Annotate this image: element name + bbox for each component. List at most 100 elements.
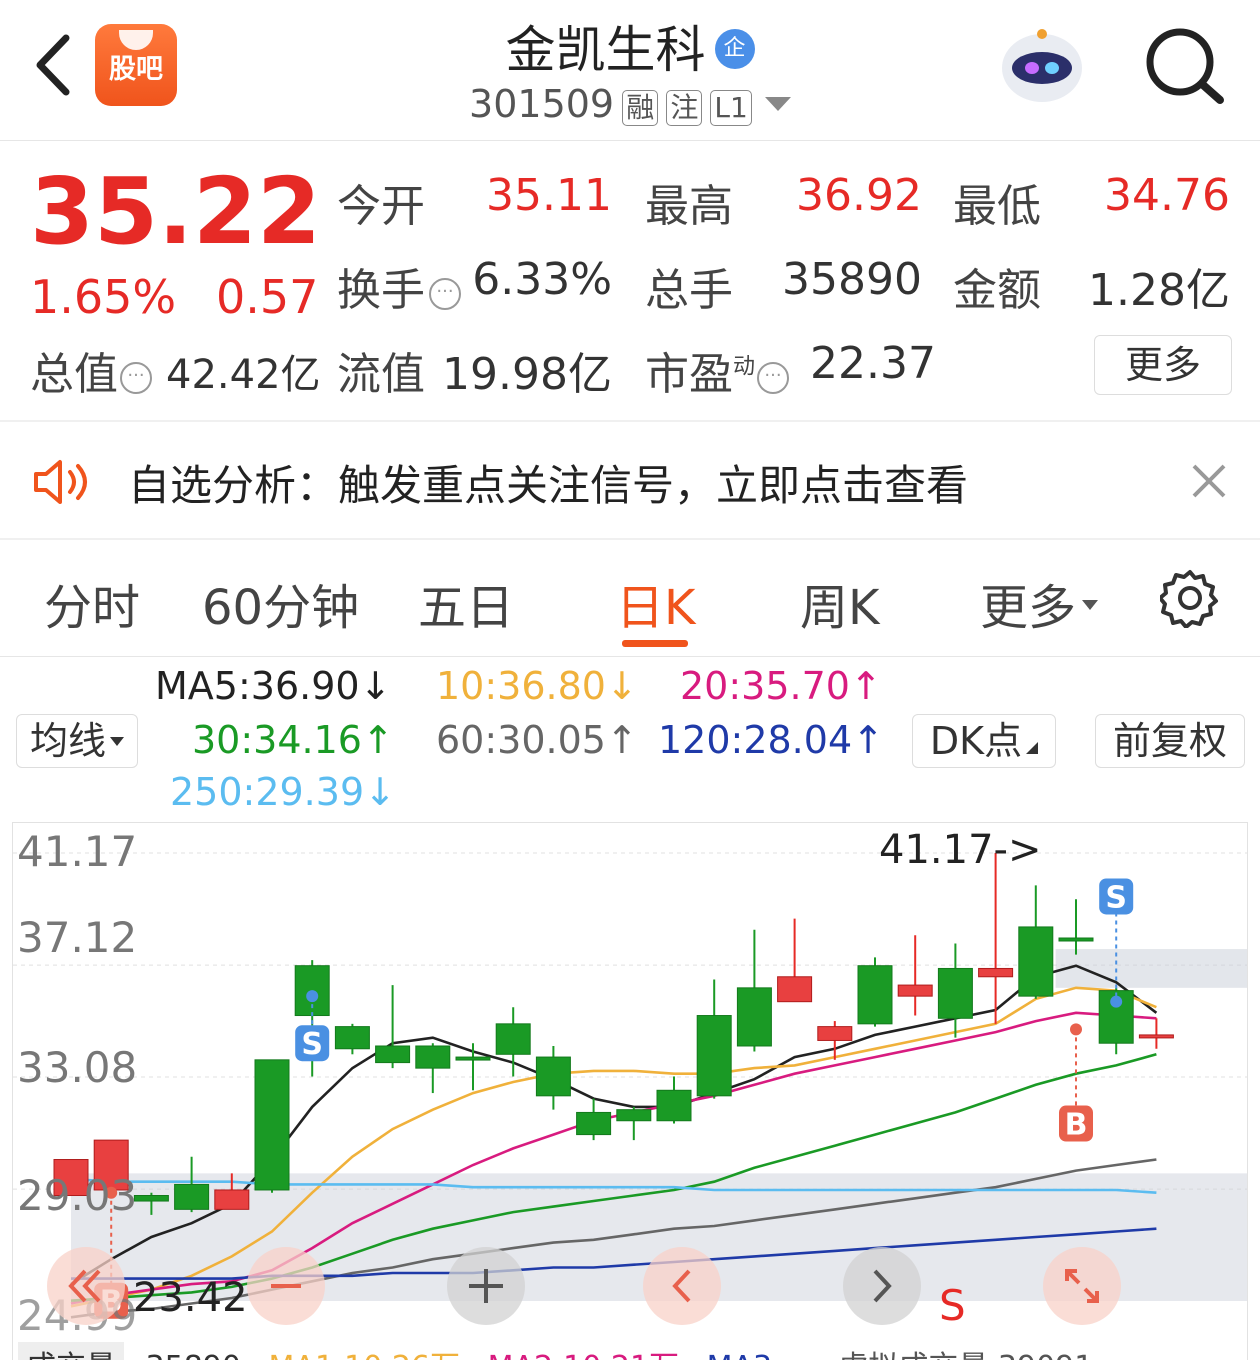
y-axis-label-2: 37.12: [17, 913, 138, 962]
ma10-arrow: ↓: [605, 664, 638, 708]
candle-body: [455, 1056, 491, 1061]
turnover-label-text: 换手: [337, 265, 425, 316]
active-tab-underline: [622, 640, 688, 647]
prev-button[interactable]: [643, 1247, 721, 1325]
candle-body: [214, 1189, 250, 1210]
pe-label-text: 市盈: [645, 349, 733, 400]
marker-dot: [1070, 1023, 1082, 1036]
current-price: 35.22: [30, 158, 322, 265]
divider: [0, 140, 1260, 141]
chevron-left-icon: [672, 1269, 691, 1303]
candle-body: [696, 1015, 732, 1097]
more-dots-icon[interactable]: ···: [120, 362, 152, 394]
marker-dot: [306, 990, 319, 1003]
qi-badge: 企: [714, 29, 755, 69]
tag-rong: 融: [622, 90, 659, 126]
search-button[interactable]: [1140, 26, 1230, 106]
forward-adjust-button[interactable]: 前复权: [1095, 714, 1245, 768]
tab-5day[interactable]: 五日: [418, 568, 514, 638]
tag-l1: L1: [710, 90, 752, 126]
crosshair-button[interactable]: [447, 1247, 525, 1325]
ma10-text: 10:36.80: [436, 664, 606, 708]
ma60-arrow: ↑: [605, 718, 638, 762]
tab-intraday[interactable]: 分时: [44, 568, 140, 638]
volume-value: 35890: [782, 254, 922, 305]
open-label: 今开: [337, 181, 425, 232]
volume-strip-ma3: MA3:...: [707, 1350, 811, 1360]
candle-body: [1138, 1034, 1174, 1039]
tab-60min[interactable]: 60分钟: [202, 568, 359, 638]
y-axis-label-top: 41.17: [17, 827, 138, 876]
volume-strip-label: 成交量: [18, 1342, 124, 1360]
average-line-button[interactable]: 均线: [16, 714, 138, 768]
volume-strip-ma1: MA1:10.26万: [269, 1350, 460, 1360]
tab-daily-k[interactable]: 日K: [616, 568, 695, 638]
candle-body: [535, 1056, 571, 1097]
max-annotation: 41.17->: [879, 827, 1042, 873]
ma5-text: MA5:36.90: [155, 664, 360, 708]
ma250-text: 250:29.39: [170, 770, 365, 814]
candle-body: [656, 1089, 692, 1122]
candle-body: [415, 1045, 451, 1069]
plus-icon: [469, 1269, 503, 1303]
next-button[interactable]: [843, 1247, 921, 1325]
average-line-label: 均线: [29, 719, 106, 763]
volume-strip-ma2: MA2:10.21万: [488, 1350, 679, 1360]
candle-body: [334, 1026, 370, 1050]
zoom-out-button[interactable]: [247, 1247, 325, 1325]
volume-label: 总手: [645, 265, 733, 316]
candle-body: [857, 965, 893, 1025]
volume-strip-vol: 35890: [146, 1350, 241, 1360]
total-value-label-text: 总值: [30, 349, 118, 400]
ma120-text: 120:28.04: [658, 718, 853, 762]
fullscreen-button[interactable]: [1043, 1247, 1121, 1325]
close-icon[interactable]: [1190, 462, 1228, 500]
ma120-value: 120:28.04↑: [658, 718, 884, 762]
ma20-text: 20:35.70: [680, 664, 850, 708]
candle-body: [495, 1023, 531, 1055]
tab-more[interactable]: 更多: [980, 568, 1099, 638]
marker-dot: [1110, 995, 1123, 1008]
more-dots-icon[interactable]: ···: [757, 362, 790, 394]
amount-value: 1.28亿: [1088, 265, 1230, 316]
robot-avatar-button[interactable]: [996, 24, 1088, 110]
dk-point-button[interactable]: DK点: [912, 714, 1056, 768]
candle-body: [616, 1109, 652, 1122]
section-gap: [0, 538, 1260, 540]
candle-body: [133, 1195, 169, 1202]
tab-more-label: 更多: [980, 580, 1077, 636]
total-value: 42.42亿: [166, 352, 321, 398]
candle-body: [777, 976, 813, 1003]
ma120-arrow: ↑: [852, 718, 884, 762]
ma5-value: MA5:36.90↓: [155, 664, 391, 708]
high-label: 最高: [645, 181, 733, 232]
tag-zhu: 注: [666, 90, 703, 126]
stock-name: 金凯生科: [505, 21, 706, 79]
more-button[interactable]: 更多: [1094, 335, 1232, 395]
marker-label: S: [1105, 880, 1127, 915]
volume-strip-virtual: 虚拟成交量 39091: [838, 1350, 1093, 1360]
marker-label: B: [1065, 1108, 1088, 1143]
notice-bar[interactable]: 自选分析：触发重点关注信号，立即点击查看: [0, 422, 1260, 538]
corner-triangle-icon: [1026, 742, 1039, 754]
tab-weekly-k[interactable]: 周K: [800, 568, 879, 638]
ma60-text: 60:30.05: [436, 718, 606, 762]
rewind-button[interactable]: [47, 1247, 125, 1325]
candle-body: [1018, 926, 1054, 997]
dk-point-label: DK点: [929, 719, 1023, 763]
gear-icon[interactable]: [1160, 568, 1220, 628]
high-value: 36.92: [796, 170, 922, 221]
dropdown-triangle-icon: [1082, 600, 1099, 610]
candle-body: [937, 967, 973, 1019]
ma30-value: 30:34.16↑: [192, 718, 394, 762]
change-pct: 1.65%: [30, 270, 177, 324]
dropdown-triangle-icon: [110, 737, 124, 746]
minus-icon: [271, 1284, 301, 1288]
kline-chart[interactable]: SBSB 41.17 37.12 33.08 29.03 41.17-> 23.…: [12, 822, 1248, 1360]
ma250-value: 250:29.39↓: [170, 770, 396, 814]
ma30-arrow: ↑: [361, 718, 394, 762]
candle-body: [1058, 937, 1094, 942]
float-value: 19.98亿: [442, 349, 612, 400]
ma30-text: 30:34.16: [192, 718, 362, 762]
candle-body: [375, 1045, 411, 1064]
